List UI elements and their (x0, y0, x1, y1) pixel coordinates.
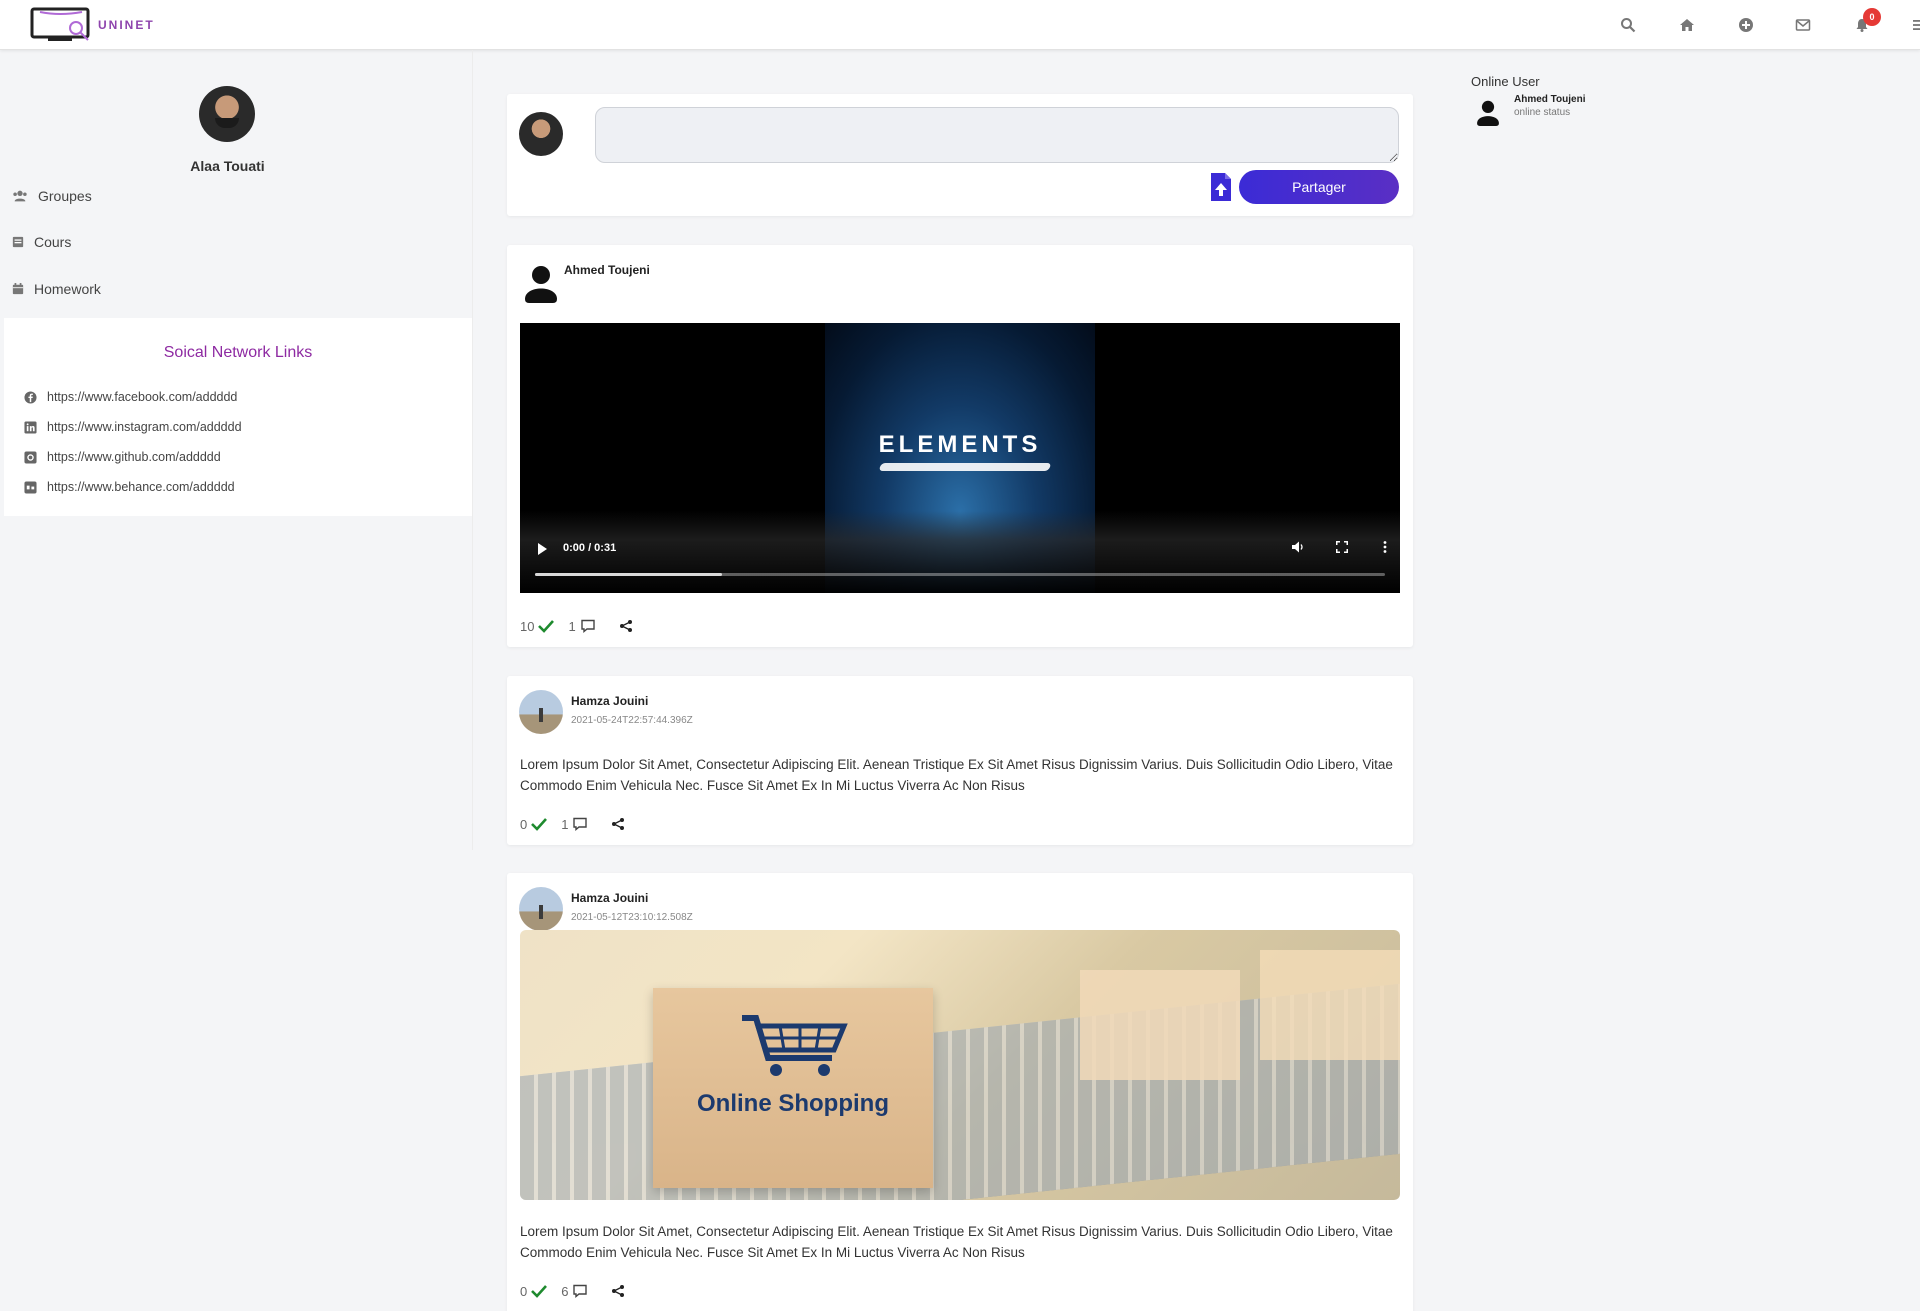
composer-avatar (519, 112, 563, 156)
comment-button[interactable]: 1 (568, 619, 595, 634)
like-button[interactable]: 0 (520, 816, 548, 832)
check-icon (538, 620, 555, 633)
like-button[interactable]: 10 (520, 618, 555, 634)
social-link-facebook[interactable]: https://www.facebook.com/addddd (24, 390, 237, 404)
post-date: 2021-05-12T23:10:12.508Z (571, 912, 693, 923)
author-avatar[interactable] (519, 690, 563, 734)
post-stats: 0 1 (520, 815, 640, 833)
left-sidebar: Alaa Touati Groupes Cours Homework Soica… (0, 50, 472, 1311)
add-circle-icon[interactable] (1735, 14, 1757, 36)
profile-name: Alaa Touati (190, 158, 265, 174)
post-date: 2021-05-24T22:57:44.396Z (571, 715, 693, 726)
volume-icon[interactable] (1288, 537, 1308, 557)
comment-button[interactable]: 6 (561, 1284, 588, 1299)
share-icon[interactable] (610, 817, 626, 831)
profile-avatar[interactable] (199, 86, 255, 142)
check-icon (531, 1285, 548, 1298)
social-link-github[interactable]: https://www.github.com/addddd (24, 450, 221, 464)
post-card: Hamza Jouini 2021-05-24T22:57:44.396Z Lo… (507, 676, 1413, 845)
notification-badge: 0 (1863, 8, 1881, 26)
social-link-url: https://www.instagram.com/addddd (47, 420, 242, 434)
social-link-instagram[interactable]: https://www.instagram.com/addddd (24, 420, 242, 434)
online-user-name[interactable]: Ahmed Toujeni (1514, 94, 1585, 105)
shopping-cart-icon (742, 1015, 848, 1076)
like-count: 0 (520, 816, 528, 832)
play-icon[interactable] (538, 543, 547, 555)
default-avatar-icon (519, 259, 563, 303)
social-links-card: Soical Network Links https://www.faceboo… (4, 318, 472, 516)
mail-icon[interactable] (1792, 14, 1814, 36)
share-button[interactable]: Partager (1239, 170, 1399, 204)
parcel-graphic (1260, 950, 1400, 1060)
post-stats: 0 6 (520, 1282, 640, 1300)
logo-text: UNINET (98, 18, 155, 32)
comment-icon (573, 817, 588, 831)
like-button[interactable]: 0 (520, 1283, 548, 1299)
video-progress-fill (535, 573, 722, 576)
comment-count: 6 (561, 1283, 569, 1299)
file-upload-icon[interactable] (1209, 172, 1233, 202)
social-link-url: https://www.facebook.com/addddd (47, 390, 238, 404)
video-seek-bar[interactable] (535, 573, 1385, 576)
post-image[interactable]: Online Shopping (520, 930, 1400, 1200)
video-brush-stroke (878, 463, 1052, 471)
facebook-icon (24, 390, 37, 404)
post-composer: Partager (507, 94, 1413, 216)
online-user-status: online status (1514, 107, 1571, 118)
like-count: 10 (520, 618, 535, 634)
author-avatar[interactable] (519, 887, 563, 931)
github-icon (24, 450, 37, 464)
post-author[interactable]: Hamza Jouini (571, 891, 648, 905)
sidebar-item-label: Cours (34, 234, 72, 250)
more-options-icon[interactable] (1375, 537, 1395, 557)
share-icon[interactable] (610, 1284, 626, 1298)
sidebar-item-label: Homework (34, 281, 101, 297)
social-links-title: Soical Network Links (163, 344, 313, 361)
like-count: 0 (520, 1283, 528, 1299)
calendar-icon (12, 283, 24, 295)
video-time: 0:00 / 0:31 (563, 542, 617, 554)
menu-icon[interactable] (1908, 14, 1920, 36)
social-link-behance[interactable]: https://www.behance.com/addddd (24, 480, 235, 494)
post-input[interactable] (595, 107, 1399, 163)
post-author[interactable]: Ahmed Toujeni (564, 263, 650, 277)
post-author[interactable]: Hamza Jouini (571, 694, 648, 708)
comment-icon (581, 619, 595, 633)
fullscreen-icon[interactable] (1332, 537, 1352, 557)
post-text: Lorem Ipsum Dolor Sit Amet, Consectetur … (520, 757, 1393, 793)
bell-icon[interactable]: 0 (1851, 8, 1881, 36)
book-icon (12, 236, 24, 248)
default-avatar-icon[interactable] (1473, 96, 1503, 126)
comment-count: 1 (568, 618, 576, 634)
linkedin-icon (24, 420, 37, 434)
comment-button[interactable]: 1 (561, 817, 588, 832)
top-navbar: UNINET 0 (0, 0, 1920, 50)
search-icon[interactable] (1617, 14, 1639, 36)
check-icon (531, 818, 548, 831)
comment-count: 1 (561, 816, 569, 832)
comment-icon (573, 1284, 588, 1298)
sidebar-item-cours[interactable]: Cours (12, 231, 71, 253)
post-card: Ahmed Toujeni ELEMENTS 0:00 / 0:31 10 1 (507, 245, 1413, 647)
post-text: Lorem Ipsum Dolor Sit Amet, Consectetur … (520, 1224, 1393, 1260)
online-users-title: Online User (1471, 74, 1540, 89)
video-controls: 0:00 / 0:31 (520, 511, 1400, 593)
sidebar-item-homework[interactable]: Homework (12, 278, 101, 300)
behance-icon (24, 480, 37, 494)
image-caption: Online Shopping (697, 1090, 889, 1117)
sidebar-item-groupes[interactable]: Groupes (12, 185, 92, 207)
home-icon[interactable] (1676, 14, 1698, 36)
parcel-graphic (1080, 970, 1240, 1080)
social-link-url: https://www.github.com/addddd (47, 450, 221, 464)
sidebar-divider (472, 50, 473, 850)
video-title: ELEMENTS (878, 431, 1042, 458)
sidebar-item-label: Groupes (38, 188, 92, 204)
social-link-url: https://www.behance.com/addddd (47, 480, 235, 494)
share-icon[interactable] (618, 619, 634, 633)
users-icon (13, 190, 27, 202)
post-stats: 10 1 (520, 617, 648, 635)
post-card: Hamza Jouini 2021-05-12T23:10:12.508Z On… (507, 873, 1413, 1311)
video-player[interactable]: ELEMENTS 0:00 / 0:31 (520, 323, 1400, 593)
